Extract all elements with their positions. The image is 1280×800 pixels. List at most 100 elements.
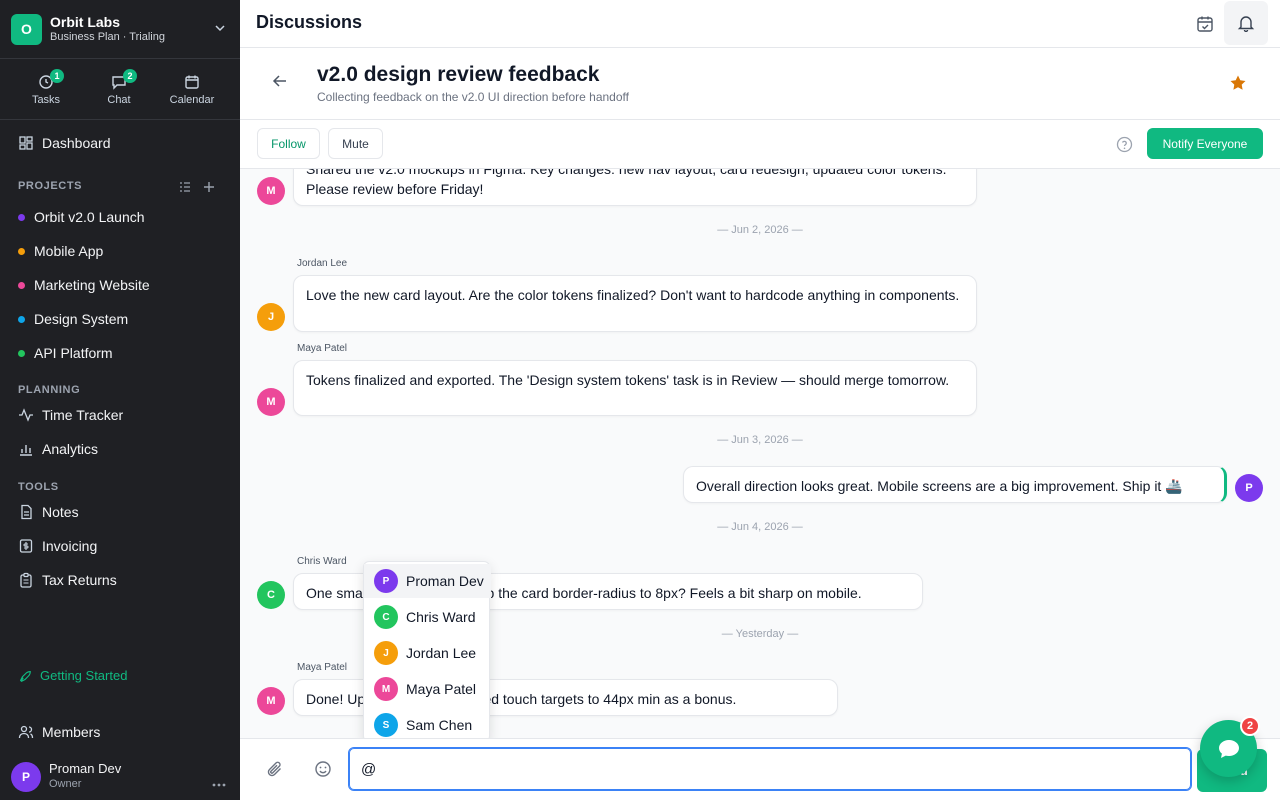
sidebar-item-time-tracker[interactable]: Time Tracker (18, 407, 123, 423)
rocket-icon (19, 670, 31, 682)
chevron-down-icon[interactable] (214, 21, 226, 39)
avatar: M (257, 177, 285, 205)
project-color-dot (18, 349, 25, 357)
sidebar-item-label: Time Tracker (42, 407, 124, 423)
chat-badge: 2 (123, 69, 137, 83)
sidebar-item-label: Analytics (42, 441, 99, 457)
add-project-icon[interactable] (203, 180, 215, 198)
mention-name: Sam Chen (406, 717, 473, 733)
sidebar-item-project[interactable]: Mobile App (18, 243, 103, 259)
project-label: Orbit v2.0 Launch (34, 209, 145, 225)
user-name: Proman Dev (49, 761, 122, 776)
mention-option[interactable]: M Maya Patel (364, 672, 491, 706)
getting-started-link[interactable]: Getting Started (18, 668, 127, 683)
sidebar-item-analytics[interactable]: Analytics (18, 441, 98, 457)
bell-icon (1237, 16, 1255, 32)
getting-started-label: Getting Started (40, 668, 128, 683)
chat-bubble-icon (1218, 739, 1239, 758)
mention-dropdown: P Proman Dev C Chris Ward J Jordan Lee M… (363, 561, 491, 742)
sidebar-item-invoicing[interactable]: Invoicing (18, 538, 97, 554)
sidebar-item-project[interactable]: Orbit v2.0 Launch (18, 209, 145, 225)
mute-button[interactable]: Mute (328, 128, 383, 159)
mention-option[interactable]: C Chris Ward (364, 600, 491, 634)
sidebar-item-label: Notes (42, 504, 79, 520)
quick-nav-calendar[interactable]: Calendar (162, 74, 222, 106)
help-icon[interactable] (1116, 136, 1133, 158)
topbar: Discussions (240, 0, 1280, 48)
date-separator: — Jun 2, 2026 — (717, 224, 803, 236)
avatar: C (374, 605, 398, 629)
message-bubble: Love the new card layout. Are the color … (293, 275, 977, 332)
project-color-dot (18, 315, 25, 323)
chat-unread-badge: 2 (1240, 716, 1260, 736)
sidebar-item-notes[interactable]: Notes (18, 504, 79, 520)
planning-heading: PLANNING (18, 384, 81, 396)
sidebar-item-project[interactable]: Marketing Website (18, 277, 150, 293)
project-label: API Platform (34, 345, 113, 361)
users-icon (18, 725, 34, 739)
tasks-badge: 1 (50, 69, 64, 83)
emoji-icon[interactable] (314, 760, 332, 783)
list-view-icon[interactable] (179, 180, 191, 198)
quick-nav-calendar-label: Calendar (169, 94, 215, 106)
message-bubble-own: Overall direction looks great. Mobile sc… (683, 466, 1227, 503)
avatar: M (374, 677, 398, 701)
sidebar-item-project[interactable]: API Platform (18, 345, 113, 361)
project-color-dot (18, 281, 25, 289)
mention-name: Proman Dev (406, 573, 484, 589)
more-options-icon[interactable] (212, 774, 226, 792)
message-bubble: Tokens finalized and exported. The 'Desi… (293, 360, 977, 416)
sidebar-item-tax-returns[interactable]: Tax Returns (18, 572, 117, 588)
paperclip-icon[interactable] (266, 760, 284, 783)
avatar: J (374, 641, 398, 665)
mention-option[interactable]: P Proman Dev (364, 564, 491, 598)
project-color-dot (18, 247, 25, 255)
mention-name: Chris Ward (406, 609, 476, 625)
sidebar-item-label: Members (42, 724, 101, 740)
avatar: M (257, 687, 285, 715)
notify-everyone-button[interactable]: Notify Everyone (1147, 128, 1263, 159)
star-icon[interactable] (1229, 74, 1247, 97)
mention-option[interactable]: S Sam Chen (364, 708, 491, 742)
date-separator: — Jun 4, 2026 — (717, 521, 803, 533)
message-input[interactable]: @ (348, 747, 1192, 791)
back-arrow-icon[interactable] (272, 73, 288, 94)
bar-chart-icon (20, 445, 32, 456)
follow-button[interactable]: Follow (257, 128, 320, 159)
sidebar-item-label: Invoicing (42, 538, 98, 554)
activity-icon (19, 408, 33, 422)
sidebar-item-label: Tax Returns (42, 572, 117, 588)
discussion-title: v2.0 design review feedback (317, 63, 600, 86)
quick-nav-tasks[interactable]: 1 Tasks (16, 69, 76, 106)
workspace-name: Orbit Labs (50, 13, 121, 30)
document-icon (21, 504, 32, 520)
user-role: Owner (49, 778, 82, 790)
dollar-icon (19, 539, 33, 553)
clipboard-icon (20, 572, 32, 588)
page-title: Discussions (256, 12, 363, 32)
notifications-button[interactable] (1224, 1, 1268, 45)
calendar-button[interactable] (1183, 2, 1227, 46)
sidebar-item-members[interactable]: Members (18, 724, 100, 740)
dashboard-icon (19, 136, 33, 150)
project-label: Marketing Website (34, 277, 150, 293)
sidebar-item-project[interactable]: Design System (18, 311, 128, 327)
avatar: M (257, 388, 285, 416)
workspace-plan: Business Plan · Trialing (50, 30, 165, 43)
project-label: Design System (34, 311, 129, 327)
tools-heading: TOOLS (18, 481, 59, 493)
user-profile[interactable]: P Proman Dev Owner (11, 761, 121, 792)
mention-name: Jordan Lee (406, 645, 477, 661)
quick-nav: 1 Tasks 2 Chat Calendar (0, 60, 240, 120)
quick-nav-chat[interactable]: 2 Chat (89, 69, 149, 106)
sidebar-item-dashboard[interactable]: Dashboard (18, 135, 111, 151)
sidebar-item-label: Dashboard (42, 135, 111, 151)
mention-option[interactable]: J Jordan Lee (364, 636, 491, 670)
date-separator: — Jun 3, 2026 — (717, 434, 803, 446)
workspace-switcher[interactable]: O Orbit Labs Business Plan · Trialing (0, 0, 240, 59)
project-label: Mobile App (34, 243, 104, 259)
calendar-check-icon (1197, 16, 1213, 32)
avatar: P (374, 569, 398, 593)
calendar-icon (185, 75, 199, 89)
avatar: P (1235, 474, 1263, 502)
